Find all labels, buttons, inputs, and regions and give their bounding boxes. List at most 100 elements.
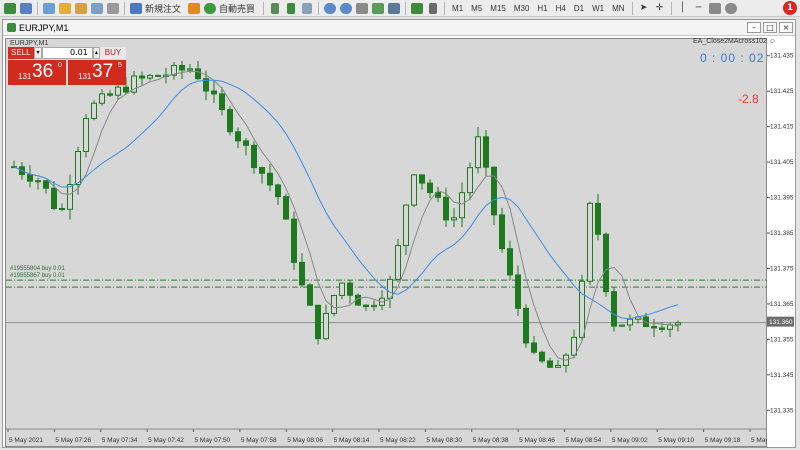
timeframe-mn[interactable]: MN (608, 1, 628, 16)
timeframe-m30[interactable]: M30 (510, 1, 534, 16)
candle[interactable] (299, 253, 305, 288)
candle[interactable] (587, 201, 593, 285)
candle[interactable] (59, 203, 65, 212)
market-watch-button[interactable] (41, 1, 57, 16)
data-window-button[interactable] (57, 1, 73, 16)
candle[interactable] (539, 350, 545, 364)
candle[interactable] (595, 193, 601, 241)
new-chart-button[interactable] (2, 1, 18, 16)
candle[interactable] (195, 60, 201, 81)
order-line-label-2[interactable]: #19555867 buy 0.01 (10, 273, 65, 279)
candle[interactable] (339, 282, 345, 300)
candle[interactable] (435, 186, 441, 202)
candle[interactable] (403, 204, 409, 255)
buy-button[interactable]: BUY (99, 46, 126, 59)
zoom-out-button[interactable] (338, 1, 354, 16)
candle[interactable] (235, 127, 241, 149)
candle[interactable] (107, 90, 113, 97)
candle[interactable] (291, 211, 297, 270)
timeframe-m1[interactable]: M1 (448, 1, 467, 16)
candle[interactable] (531, 335, 537, 354)
timeframe-w1[interactable]: W1 (588, 1, 608, 16)
price-chart[interactable]: 5 May 2021 5 May 07:26 5 May 07:34 5 May 07… (6, 39, 768, 448)
candle[interactable] (315, 304, 321, 345)
candle[interactable] (619, 324, 625, 327)
chart-shift-button[interactable] (386, 1, 402, 16)
candle[interactable] (179, 60, 185, 80)
timeframe-h1[interactable]: H1 (533, 1, 551, 16)
candle[interactable] (323, 304, 329, 341)
candle[interactable] (227, 106, 233, 136)
vertical-line-button[interactable]: │ (675, 1, 691, 16)
minimize-button[interactable]: – (747, 22, 761, 33)
sell-quote[interactable]: 131 36 0 (8, 60, 66, 85)
sell-button[interactable]: SELL (8, 46, 35, 59)
lot-size-input[interactable]: 0.01 (41, 46, 93, 59)
timeframe-h4[interactable]: H4 (552, 1, 570, 16)
candle[interactable] (211, 81, 217, 104)
candle[interactable] (395, 238, 401, 283)
terminal-button[interactable] (89, 1, 105, 16)
buy-quote[interactable]: 131 37 5 (68, 60, 126, 85)
candle[interactable] (371, 300, 377, 312)
candle[interactable] (155, 74, 161, 77)
timeframe-m5[interactable]: M5 (467, 1, 486, 16)
zoom-in-button[interactable] (322, 1, 338, 16)
bar-chart-button[interactable] (267, 1, 283, 16)
alert-badge[interactable]: 1 (783, 1, 797, 15)
candle[interactable] (603, 232, 609, 297)
candle[interactable] (171, 62, 177, 80)
timeframe-d1[interactable]: D1 (570, 1, 588, 16)
candle[interactable] (523, 304, 529, 348)
candle[interactable] (267, 163, 273, 192)
candle[interactable] (283, 193, 289, 220)
candlestick-button[interactable] (283, 1, 299, 16)
candle[interactable] (83, 114, 89, 158)
candle[interactable] (363, 304, 369, 311)
chat-button[interactable] (707, 1, 723, 16)
close-button[interactable]: × (779, 22, 793, 33)
candle[interactable] (139, 71, 145, 87)
candle[interactable] (131, 70, 137, 95)
crosshair-button[interactable]: ✛ (652, 1, 668, 16)
candle[interactable] (475, 127, 481, 174)
candle[interactable] (491, 166, 497, 226)
candle[interactable] (611, 287, 617, 332)
line-chart-button[interactable] (299, 1, 315, 16)
candle[interactable] (347, 279, 353, 304)
candle[interactable] (67, 174, 73, 220)
candle[interactable] (243, 138, 249, 156)
candle[interactable] (451, 208, 457, 228)
profiles-button[interactable] (18, 1, 34, 16)
candle[interactable] (459, 182, 465, 228)
candle[interactable] (379, 290, 385, 311)
candle[interactable] (467, 162, 473, 201)
candle[interactable] (411, 174, 417, 208)
maximize-button[interactable]: □ (763, 22, 777, 33)
expert-advisor-label[interactable]: EA_Close2MAcross102 ☺ (693, 38, 776, 45)
cursor-button[interactable]: ➤ (636, 1, 652, 16)
timeframe-m15[interactable]: M15 (486, 1, 510, 16)
candle[interactable] (627, 314, 633, 331)
order-line-label-1[interactable]: #19555804 buy 0.01 (10, 266, 65, 272)
candle[interactable] (651, 318, 657, 337)
candle[interactable] (555, 360, 561, 368)
candle[interactable] (579, 274, 585, 342)
candle[interactable] (483, 130, 489, 177)
metaeditor-button[interactable] (186, 1, 202, 16)
lot-increase-button[interactable]: ▴ (92, 46, 100, 59)
lot-decrease-button[interactable]: ▾ (34, 46, 42, 59)
candle[interactable] (419, 174, 425, 190)
new-order-button[interactable]: 新規注文 (128, 1, 186, 16)
horizontal-line-button[interactable]: ─ (691, 1, 707, 16)
strategy-tester-button[interactable] (105, 1, 121, 16)
candle[interactable] (307, 283, 313, 306)
candle[interactable] (275, 183, 281, 206)
tile-windows-button[interactable] (354, 1, 370, 16)
candle[interactable] (547, 357, 553, 368)
candle[interactable] (251, 141, 257, 174)
candle[interactable] (427, 179, 433, 199)
candle[interactable] (147, 74, 153, 81)
candle[interactable] (99, 89, 105, 106)
candle[interactable] (563, 353, 569, 373)
